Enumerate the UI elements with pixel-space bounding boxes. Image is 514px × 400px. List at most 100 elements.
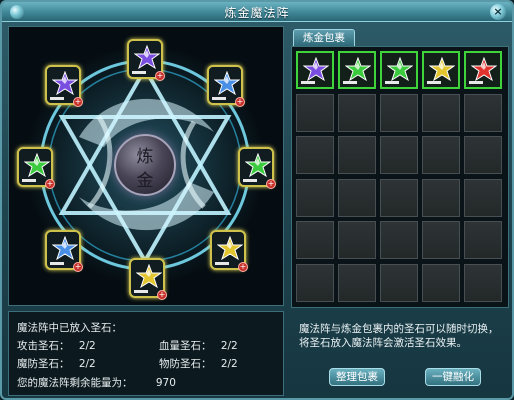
slot-bar <box>243 179 257 182</box>
bag-slot[interactable] <box>464 178 502 217</box>
remove-stone-icon[interactable]: + <box>266 179 276 189</box>
title-bar: 炼金魔法阵 × <box>2 2 512 22</box>
purple-gem-icon <box>52 71 78 96</box>
bag-slot[interactable] <box>422 263 460 302</box>
alchemy-window: 炼金魔法阵 × 炼 金 + + + + + + + + 魔法阵中已放入圣石： 攻… <box>0 0 514 400</box>
energy-label: 您的魔法阵剩余能量为： <box>17 377 133 389</box>
info-heading: 魔法阵中已放入圣石： <box>17 322 122 334</box>
bag-slot[interactable] <box>380 178 418 217</box>
slot-bar <box>343 81 357 84</box>
hp-stone-value: 2/2 <box>220 340 238 352</box>
purple-gem-icon <box>303 57 329 82</box>
mdef-stone-value: 2/2 <box>78 358 96 370</box>
alchemy-orb[interactable]: 炼 金 <box>114 134 176 196</box>
tab-alchemy-bag[interactable]: 炼金包裹 <box>293 29 355 46</box>
bag-slot[interactable] <box>380 221 418 259</box>
bag-slot[interactable] <box>338 263 376 302</box>
bag-slot[interactable] <box>296 221 334 259</box>
remove-stone-icon[interactable]: + <box>235 97 245 107</box>
bag-slot[interactable] <box>296 263 334 302</box>
bag-slot[interactable] <box>296 93 334 132</box>
green-gem-icon <box>387 57 413 82</box>
red-gem-icon <box>471 57 497 82</box>
sort-bag-button[interactable]: 整理包裹 <box>329 368 385 386</box>
info-panel: 魔法阵中已放入圣石： 攻击圣石： 2/2 血量圣石： 2/2 魔防圣石： 2/2… <box>8 311 284 396</box>
attack-stone-value: 2/2 <box>78 340 96 352</box>
bag-slot[interactable] <box>422 136 460 174</box>
slot-bar <box>301 81 315 84</box>
bag-slot[interactable] <box>296 136 334 174</box>
orb-char-top: 炼 <box>136 147 154 167</box>
green-gem-icon <box>24 153 50 178</box>
yellow-gem-icon <box>429 57 455 82</box>
bag-slot[interactable] <box>422 178 460 217</box>
pdef-stone-label: 物防圣石： <box>159 358 212 370</box>
circle-slot[interactable]: + <box>238 147 276 189</box>
bag-slot[interactable] <box>380 93 418 132</box>
slot-bar <box>212 97 226 100</box>
remove-stone-icon[interactable]: + <box>73 262 83 272</box>
mdef-stone-row: 魔防圣石： 2/2 <box>17 356 96 371</box>
bag-slot[interactable] <box>464 263 502 302</box>
bag-slot[interactable] <box>338 51 376 89</box>
bag-slot[interactable] <box>380 263 418 302</box>
slot-bar <box>22 179 36 182</box>
bag-slot[interactable] <box>422 221 460 259</box>
description-text: 魔法阵与炼金包裹内的圣石可以随时切换，将圣石放入魔法阵会激活圣石效果。 <box>299 323 499 349</box>
remove-stone-icon[interactable]: + <box>45 179 55 189</box>
hp-stone-label: 血量圣石： <box>159 340 212 352</box>
remove-stone-icon[interactable]: + <box>157 290 167 300</box>
blue-gem-icon <box>52 236 78 261</box>
slot-bar <box>134 290 148 293</box>
slot-bar <box>50 262 64 265</box>
slot-bar <box>469 81 483 84</box>
pdef-stone-row: 物防圣石： 2/2 <box>159 356 238 371</box>
purple-gem-icon <box>134 45 160 70</box>
yellow-gem-icon <box>217 236 243 261</box>
circle-slot[interactable]: + <box>207 65 245 107</box>
remove-stone-icon[interactable]: + <box>73 97 83 107</box>
green-gem-icon <box>245 153 271 178</box>
magic-circle-panel: 炼 金 + + + + + + + + <box>8 26 284 306</box>
one-click-fuse-button[interactable]: 一键融化 <box>425 368 481 386</box>
bag-slot[interactable] <box>338 93 376 132</box>
circle-slot[interactable]: + <box>17 147 55 189</box>
attack-stone-label: 攻击圣石： <box>17 340 70 352</box>
remove-stone-icon[interactable]: + <box>155 71 165 81</box>
bag-slot[interactable] <box>464 93 502 132</box>
blue-gem-icon <box>214 71 240 96</box>
alchemy-bag-grid <box>291 46 509 308</box>
slot-bar <box>427 81 441 84</box>
bag-slot[interactable] <box>338 221 376 259</box>
circle-slot[interactable]: + <box>45 65 83 107</box>
window-title: 炼金魔法阵 <box>224 6 290 20</box>
green-gem-icon <box>345 57 371 82</box>
slot-bar <box>385 81 399 84</box>
close-button[interactable]: × <box>490 4 506 20</box>
description-panel: 魔法阵与炼金包裹内的圣石可以随时切换，将圣石放入魔法阵会激活圣石效果。 整理包裹… <box>291 312 509 396</box>
circle-slot[interactable]: + <box>129 258 167 300</box>
yellow-gem-icon <box>136 264 162 289</box>
bag-slot[interactable] <box>338 136 376 174</box>
remove-stone-icon[interactable]: + <box>238 262 248 272</box>
bag-slot[interactable] <box>380 51 418 89</box>
circle-slot[interactable]: + <box>45 230 83 272</box>
pdef-stone-value: 2/2 <box>220 358 238 370</box>
slot-bar <box>50 97 64 100</box>
attack-stone-row: 攻击圣石： 2/2 <box>17 338 96 353</box>
slot-bar <box>215 262 229 265</box>
energy-row: 您的魔法阵剩余能量为： 970 <box>17 375 176 390</box>
orb-char-bottom: 金 <box>136 171 154 191</box>
bag-slot[interactable] <box>464 136 502 174</box>
bag-slot[interactable] <box>338 178 376 217</box>
bag-slot[interactable] <box>464 51 502 89</box>
bag-slot[interactable] <box>422 51 460 89</box>
mdef-stone-label: 魔防圣石： <box>17 358 70 370</box>
bag-slot[interactable] <box>422 93 460 132</box>
circle-slot[interactable]: + <box>127 39 165 81</box>
bag-slot[interactable] <box>464 221 502 259</box>
bag-slot[interactable] <box>296 51 334 89</box>
bag-slot[interactable] <box>296 178 334 217</box>
bag-slot[interactable] <box>380 136 418 174</box>
circle-slot[interactable]: + <box>210 230 248 272</box>
